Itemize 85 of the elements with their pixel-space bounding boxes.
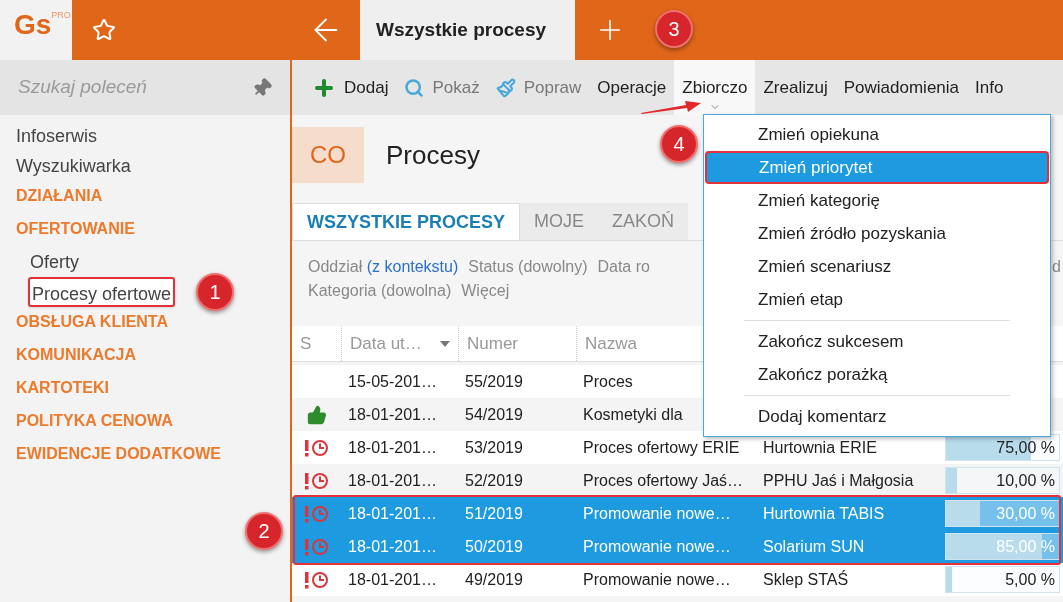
menu-item[interactable]: Zmień etap [704, 283, 1050, 316]
table-cell: PPHU Jaś i Małgosia [763, 471, 914, 489]
sidebar-item[interactable]: DZIAŁANIA [14, 181, 105, 214]
table-row[interactable]: 18-01-201… 50/2019 Promowanie nowe… Solarium SUN 85,00 % [292, 530, 1063, 563]
table-cell: Promowanie nowe… [583, 504, 731, 522]
table-cell-text: 10,00 % [996, 470, 1055, 491]
menu-item[interactable]: Zmień priorytet [705, 151, 1049, 184]
table-cell: 18-01-201… [348, 438, 437, 456]
thumbs-up-icon [307, 404, 327, 425]
table-cell: 54/2019 [465, 405, 523, 423]
column-header[interactable]: Data ut… [342, 326, 459, 361]
filter-link[interactable]: Data ro [597, 255, 650, 279]
sidebar-item[interactable]: EWIDENCJE DODATKOWE [14, 439, 224, 472]
table-cell-text: 75,00 % [996, 437, 1055, 458]
menu-item[interactable]: Dodaj komentarz [704, 400, 1050, 433]
table-cell: 52/2019 [465, 471, 523, 489]
view-tab[interactable]: MOJE [520, 203, 599, 240]
menu-item[interactable]: Zmień scenariusz [704, 250, 1050, 283]
brush-icon [495, 77, 516, 98]
table-cell: Proces [583, 372, 633, 390]
table-cell: Solarium SUN [763, 537, 865, 555]
filter-link[interactable]: Kategoria (dowolna) [308, 279, 452, 303]
alarm-clock-icon [304, 537, 330, 556]
menu-item[interactable]: Zmień opiekuna [704, 118, 1050, 151]
table-row[interactable]: 18-01-201… 53/2019 Proces ofertowy ERIE Hurtownia ERIE 75,00 % [292, 431, 1063, 464]
table-row[interactable]: 18-01-201… 49/2019 Promowanie nowe… Sklep STAŚ 5,00 % [292, 563, 1063, 596]
filter-link[interactable]: d [1052, 255, 1063, 279]
sidebar-item[interactable]: KARTOTEKI [14, 373, 112, 406]
toolbar-button[interactable]: Zbiorczo [674, 60, 756, 115]
toolbar-button[interactable]: Info [967, 72, 1012, 103]
table-cell: 18-01-201… [348, 405, 437, 423]
table-cell-text: 5,00 % [1005, 569, 1055, 590]
table-cell: 18-01-201… [348, 570, 437, 588]
table-cell: Kosmetyki dla [583, 405, 683, 423]
filter-link[interactable]: Oddział (z kontekstu) [308, 255, 459, 279]
annotation-arrow [640, 100, 702, 114]
toolbar-button[interactable]: Operacje [589, 72, 675, 103]
sort-arrow-icon [440, 340, 450, 347]
filter-link[interactable]: Status (dowolny) [468, 255, 588, 279]
toolbar-button[interactable]: Dodaj [304, 72, 397, 103]
sidebar-item[interactable]: Procesy ofertowe [28, 277, 176, 307]
alarm-clock-icon [304, 471, 330, 490]
view-tab[interactable]: WSZYSTKIE PROCESY [292, 203, 521, 240]
table-cell: Hurtownia ERIE [763, 438, 877, 456]
sidebar-item[interactable]: Oferty [28, 247, 81, 277]
sidebar-item[interactable]: Infoserwis [14, 121, 100, 151]
table-row[interactable]: 18-01-201… 51/2019 Promowanie nowe… Hurtownia TABIS 30,00 % [292, 497, 1063, 530]
toolbar-button[interactable]: Zrealizuj [755, 72, 836, 103]
table-cell: 18-01-201… [348, 504, 437, 522]
table-cell: 18-01-201… [348, 537, 437, 555]
sidebar-item[interactable]: POLITYKA CENOWA [14, 406, 175, 439]
alarm-clock-icon [304, 504, 330, 523]
table-cell: Proces ofertowy Jaś… [583, 471, 744, 489]
table-cell: 51/2019 [465, 504, 523, 522]
table-cell: 50/2019 [465, 537, 523, 555]
table-cell: Proces ofertowy ERIE [583, 438, 740, 456]
table-cell: 15-05-201… [348, 372, 437, 390]
module-badge: CO [292, 127, 364, 183]
column-header[interactable]: S [292, 326, 342, 361]
column-header[interactable]: Numer [459, 326, 577, 361]
view-tab[interactable]: ZAKOŃ [598, 203, 689, 240]
toolbar-button[interactable]: Powiadomienia [835, 72, 968, 103]
window-tab[interactable]: Wszystkie procesy [360, 0, 575, 60]
menu-item[interactable]: Zmień kategorię [704, 184, 1050, 217]
sidebar-item[interactable]: OBSŁUGA KLIENTA [14, 307, 170, 340]
search-icon [404, 77, 425, 98]
filter-link[interactable]: Więcej [461, 279, 510, 303]
table-cell: Sklep STAŚ [763, 570, 849, 588]
page-title: Procesy [386, 138, 480, 172]
sidebar-item[interactable]: KOMUNIKACJA [14, 340, 138, 373]
star-icon[interactable] [92, 18, 116, 42]
table-cell: 55/2019 [465, 372, 523, 390]
table-cell: 18-01-201… [348, 471, 437, 489]
table-cell: Hurtownia TABIS [763, 504, 885, 522]
table-cell: Promowanie nowe… [583, 570, 731, 588]
table-cell: 49/2019 [465, 570, 523, 588]
sidebar-item[interactable]: Wyszukiwarka [14, 151, 133, 181]
menu-item[interactable]: Zmień źródło pozyskania [704, 217, 1050, 250]
table-cell: Promowanie nowe… [583, 537, 731, 555]
alarm-clock-icon [304, 438, 330, 457]
alarm-clock-icon [304, 570, 330, 589]
table-cell-text: 30,00 % [996, 503, 1055, 524]
table-cell: 53/2019 [465, 438, 523, 456]
table-cell-text: 85,00 % [996, 536, 1055, 557]
sidebar-item[interactable]: OFERTOWANIE [14, 214, 137, 247]
